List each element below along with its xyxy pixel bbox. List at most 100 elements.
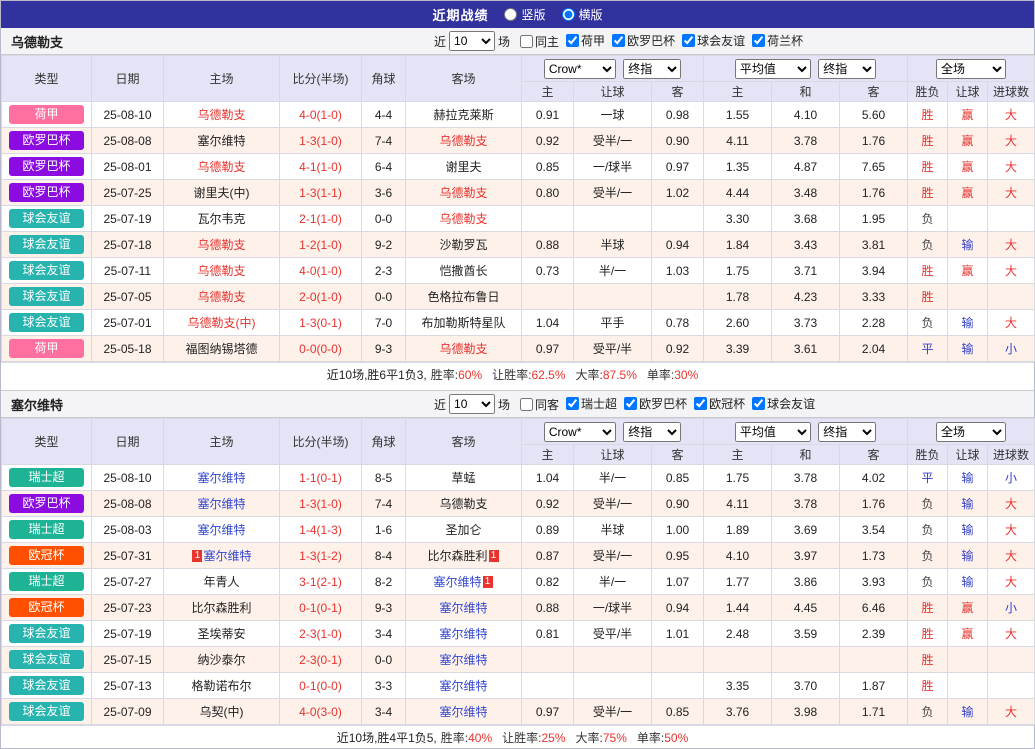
same-venue-checkbox[interactable] bbox=[520, 398, 533, 411]
cell-score[interactable]: 1-3(1-0) bbox=[280, 128, 362, 154]
cell-score[interactable]: 3-1(2-1) bbox=[280, 569, 362, 595]
league-badge: 欧罗巴杯 bbox=[9, 494, 84, 513]
league-filter-0[interactable]: 荷甲 bbox=[566, 32, 605, 49]
horizontal-radio[interactable] bbox=[562, 8, 575, 21]
results-table-home: 类型 日期 主场 比分(半场) 角球 客场 Crow* 终指 平均值 终指 bbox=[1, 55, 1035, 362]
away-team-name[interactable]: 塞尔维特 bbox=[439, 601, 487, 615]
cell-score[interactable]: 4-0(3-0) bbox=[280, 699, 362, 725]
home-team-name[interactable]: 瓦尔韦克 bbox=[197, 212, 245, 226]
cell-score[interactable]: 4-0(1-0) bbox=[280, 258, 362, 284]
avg-stage-select[interactable]: 终指 bbox=[818, 422, 876, 442]
cell-score[interactable]: 1-3(1-1) bbox=[280, 180, 362, 206]
home-team-name[interactable]: 塞尔维特 bbox=[197, 134, 245, 148]
away-team-name[interactable]: 色格拉布鲁日 bbox=[427, 290, 499, 304]
home-team-name[interactable]: 塞尔维特 bbox=[197, 523, 245, 537]
cell-score[interactable]: 2-3(1-0) bbox=[280, 621, 362, 647]
cell-score[interactable]: 2-3(0-1) bbox=[280, 647, 362, 673]
same-venue-filter[interactable]: 同主 bbox=[520, 33, 559, 50]
vertical-radio[interactable] bbox=[504, 8, 517, 21]
away-team-name[interactable]: 草蜢 bbox=[451, 471, 475, 485]
league-checkbox[interactable] bbox=[752, 397, 765, 410]
away-team-name[interactable]: 赫拉克莱斯 bbox=[433, 108, 493, 122]
league-filter-1[interactable]: 欧罗巴杯 bbox=[612, 32, 675, 49]
cell-score[interactable]: 0-0(0-0) bbox=[280, 336, 362, 362]
home-team-name[interactable]: 谢里夫(中) bbox=[194, 186, 250, 200]
cell-score[interactable]: 1-3(0-1) bbox=[280, 310, 362, 336]
away-team-name[interactable]: 乌德勒支 bbox=[439, 186, 487, 200]
away-team-name[interactable]: 乌德勒支 bbox=[439, 342, 487, 356]
scope-select[interactable]: 全场 bbox=[936, 59, 1006, 79]
away-team-name[interactable]: 塞尔维特 bbox=[439, 705, 487, 719]
league-checkbox[interactable] bbox=[566, 34, 579, 47]
mode-horizontal[interactable]: 横版 bbox=[562, 6, 603, 23]
league-checkbox[interactable] bbox=[612, 34, 625, 47]
same-venue-filter[interactable]: 同客 bbox=[520, 396, 559, 413]
cell-score[interactable]: 1-3(1-2) bbox=[280, 543, 362, 569]
home-team-name[interactable]: 乌德勒支 bbox=[197, 264, 245, 278]
away-team-name[interactable]: 乌德勒支 bbox=[439, 497, 487, 511]
away-team-name[interactable]: 乌德勒支 bbox=[439, 134, 487, 148]
away-team-name[interactable]: 塞尔维特 bbox=[439, 679, 487, 693]
home-team-name[interactable]: 塞尔维特 bbox=[203, 549, 251, 563]
league-filter-3[interactable]: 球会友谊 bbox=[752, 395, 815, 412]
home-team-name[interactable]: 格勒诺布尔 bbox=[191, 679, 251, 693]
cell-score[interactable]: 2-1(1-0) bbox=[280, 206, 362, 232]
league-checkbox[interactable] bbox=[566, 397, 579, 410]
away-team-name[interactable]: 布加勒斯特星队 bbox=[421, 316, 505, 330]
home-team-name[interactable]: 乌德勒支 bbox=[197, 108, 245, 122]
home-team-name[interactable]: 乌契(中) bbox=[200, 705, 244, 719]
avg-stage-select[interactable]: 终指 bbox=[818, 59, 876, 79]
cell-score[interactable]: 1-3(1-0) bbox=[280, 491, 362, 517]
avg-select[interactable]: 平均值 bbox=[735, 422, 811, 442]
away-team-name[interactable]: 圣加仑 bbox=[445, 523, 481, 537]
home-team-name[interactable]: 乌德勒支 bbox=[197, 160, 245, 174]
cell-score[interactable]: 2-0(1-0) bbox=[280, 284, 362, 310]
home-team-name[interactable]: 塞尔维特 bbox=[197, 471, 245, 485]
away-team-name[interactable]: 塞尔维特 bbox=[439, 653, 487, 667]
cell-odds-home: 1.04 bbox=[522, 465, 574, 491]
cell-score[interactable]: 0-1(0-0) bbox=[280, 673, 362, 699]
match-count-select[interactable]: 10 bbox=[449, 31, 495, 51]
odds-stage-select[interactable]: 终指 bbox=[623, 59, 681, 79]
league-checkbox[interactable] bbox=[752, 34, 765, 47]
away-team-name[interactable]: 比尔森胜利 bbox=[427, 549, 487, 563]
home-team-name[interactable]: 纳沙泰尔 bbox=[197, 653, 245, 667]
home-team-name[interactable]: 圣埃蒂安 bbox=[197, 627, 245, 641]
league-checkbox[interactable] bbox=[694, 397, 707, 410]
cell-score[interactable]: 4-1(1-0) bbox=[280, 154, 362, 180]
cell-score[interactable]: 0-1(0-1) bbox=[280, 595, 362, 621]
league-filter-1[interactable]: 欧罗巴杯 bbox=[624, 395, 687, 412]
away-team-name[interactable]: 恺撒酋长 bbox=[439, 264, 487, 278]
away-team-name[interactable]: 沙勒罗瓦 bbox=[439, 238, 487, 252]
league-filter-2[interactable]: 球会友谊 bbox=[682, 32, 745, 49]
cell-score[interactable]: 1-1(0-1) bbox=[280, 465, 362, 491]
odds-stage-select[interactable]: 终指 bbox=[623, 422, 681, 442]
league-filter-0[interactable]: 瑞士超 bbox=[566, 395, 617, 412]
odds-company-select[interactable]: Crow* bbox=[544, 59, 616, 79]
home-team-name[interactable]: 乌德勒支(中) bbox=[188, 316, 256, 330]
away-team-name[interactable]: 乌德勒支 bbox=[439, 212, 487, 226]
cell-score[interactable]: 1-2(1-0) bbox=[280, 232, 362, 258]
same-venue-checkbox[interactable] bbox=[520, 35, 533, 48]
home-team-name[interactable]: 塞尔维特 bbox=[197, 497, 245, 511]
away-team-name[interactable]: 谢里夫 bbox=[445, 160, 481, 174]
cell-score[interactable]: 1-4(1-3) bbox=[280, 517, 362, 543]
league-checkbox[interactable] bbox=[624, 397, 637, 410]
cell-corner: 9-2 bbox=[362, 232, 406, 258]
match-count-select[interactable]: 10 bbox=[449, 394, 495, 414]
scope-select[interactable]: 全场 bbox=[936, 422, 1006, 442]
league-filter-2[interactable]: 欧冠杯 bbox=[694, 395, 745, 412]
home-team-name[interactable]: 年青人 bbox=[203, 575, 239, 589]
odds-company-select[interactable]: Crow* bbox=[544, 422, 616, 442]
away-team-name[interactable]: 塞尔维特 bbox=[433, 575, 481, 589]
mode-vertical[interactable]: 竖版 bbox=[504, 6, 545, 23]
home-team-name[interactable]: 比尔森胜利 bbox=[191, 601, 251, 615]
home-team-name[interactable]: 福图纳锡塔德 bbox=[185, 342, 257, 356]
league-filter-3[interactable]: 荷兰杯 bbox=[752, 32, 803, 49]
avg-select[interactable]: 平均值 bbox=[735, 59, 811, 79]
away-team-name[interactable]: 塞尔维特 bbox=[439, 627, 487, 641]
home-team-name[interactable]: 乌德勒支 bbox=[197, 290, 245, 304]
cell-score[interactable]: 4-0(1-0) bbox=[280, 102, 362, 128]
home-team-name[interactable]: 乌德勒支 bbox=[197, 238, 245, 252]
league-checkbox[interactable] bbox=[682, 34, 695, 47]
